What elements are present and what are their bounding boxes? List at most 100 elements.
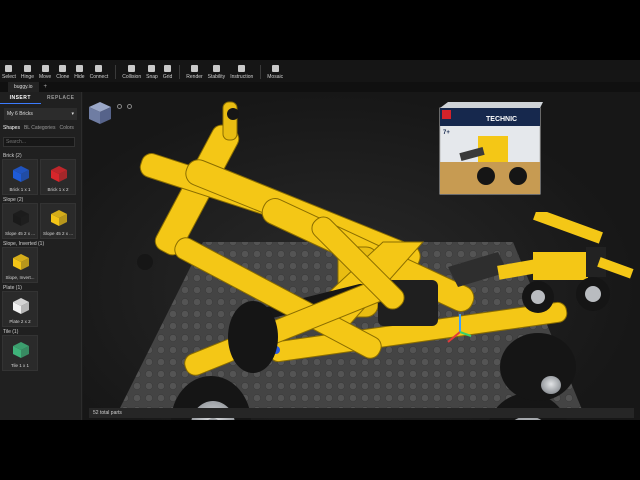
part-label: Brick 1 x 1 bbox=[9, 187, 31, 192]
tool-label: Grid bbox=[162, 74, 173, 80]
grid-tool-button[interactable]: Grid bbox=[161, 60, 174, 82]
toolbar: Select Hinge Move Clone Hide Connect Collision… bbox=[0, 60, 640, 82]
mosaic-icon bbox=[271, 65, 279, 72]
tool-label: Snap bbox=[146, 74, 158, 80]
part-card[interactable]: Tile 1 x 1 bbox=[2, 335, 38, 371]
move-icon bbox=[41, 65, 49, 72]
search-input[interactable] bbox=[3, 137, 75, 147]
app-window: Select Hinge Move Clone Hide Connect Collision… bbox=[0, 60, 640, 420]
part-set-value: My 6 Bricks bbox=[7, 111, 33, 117]
part-grid: Tile 1 x 1 bbox=[0, 335, 81, 371]
part-thumbnail-icon bbox=[51, 166, 67, 182]
new-tab-button[interactable]: + bbox=[44, 84, 48, 90]
tool-label: Select bbox=[2, 74, 16, 80]
part-label: Slope 45 2 x ... bbox=[4, 231, 36, 236]
connect-icon bbox=[95, 65, 103, 72]
part-label: Slope 45 2 x ... bbox=[42, 231, 74, 236]
toolbar-divider bbox=[260, 65, 262, 79]
part-set-dropdown[interactable]: My 6 Bricks ▾ bbox=[4, 108, 77, 120]
category-title[interactable]: Plate (1) bbox=[0, 283, 81, 291]
wheel-back-right bbox=[500, 333, 576, 401]
clone-icon bbox=[59, 65, 67, 72]
3d-viewport[interactable]: TECHNIC 7+ 52 total parts bbox=[83, 92, 640, 420]
part-category-list: Brick (2) Brick 1 x 1 Brick 1 x 2 Slope (2)… bbox=[0, 151, 81, 371]
pin-connector bbox=[227, 108, 239, 120]
tab-replace[interactable]: REPLACE bbox=[41, 92, 82, 104]
sub-tabs: Shapes BL Categories Colors bbox=[0, 124, 81, 133]
tab-insert[interactable]: INSERT bbox=[0, 92, 41, 104]
tab-colors[interactable]: Colors bbox=[59, 124, 73, 133]
part-grid: Slope, Invert... bbox=[0, 247, 81, 283]
clone-tool-button[interactable]: Clone bbox=[54, 60, 71, 82]
tab-bl-categories[interactable]: BL Categories bbox=[24, 124, 56, 133]
snap-tool-button[interactable]: Snap bbox=[144, 60, 160, 82]
part-thumbnail-icon bbox=[13, 254, 29, 270]
instruction-tool-button[interactable]: Instruction bbox=[228, 60, 255, 82]
collision-icon bbox=[128, 65, 136, 72]
file-tab-bar: buggy.io + bbox=[0, 82, 640, 92]
part-grid: Plate 2 x 2 bbox=[0, 291, 81, 327]
part-grid: Brick 1 x 1 Brick 1 x 2 bbox=[0, 159, 81, 195]
part-card[interactable]: Slope 45 2 x ... bbox=[40, 203, 76, 239]
category-title[interactable]: Tile (1) bbox=[0, 327, 81, 335]
mode-tabs: INSERT REPLACE bbox=[0, 92, 81, 104]
tool-label: Render bbox=[186, 74, 203, 80]
file-tab[interactable]: buggy.io bbox=[8, 82, 39, 92]
grid-icon bbox=[164, 65, 172, 72]
category-title[interactable]: Brick (2) bbox=[0, 151, 81, 159]
stability-tool-button[interactable]: Stability bbox=[206, 60, 228, 82]
tool-label: Collision bbox=[122, 74, 142, 80]
tool-label: Clone bbox=[56, 74, 70, 80]
move-tool-button[interactable]: Move bbox=[37, 60, 53, 82]
tool-label: Instruction bbox=[230, 74, 254, 80]
tool-label: Move bbox=[38, 74, 52, 80]
category-title[interactable]: Slope (2) bbox=[0, 195, 81, 203]
tool-label: Mosaic bbox=[267, 74, 284, 80]
select-icon bbox=[5, 65, 13, 72]
hide-icon bbox=[75, 65, 83, 72]
wheel-back-left bbox=[228, 301, 278, 373]
part-label: Brick 1 x 2 bbox=[47, 187, 69, 192]
snap-icon bbox=[148, 65, 156, 72]
tool-label: Stability bbox=[207, 74, 226, 80]
set-render-image bbox=[448, 212, 634, 313]
mosaic-tool-button[interactable]: Mosaic bbox=[265, 60, 285, 82]
toolbar-divider bbox=[115, 65, 117, 79]
box-brand-text: TECHNIC bbox=[486, 116, 517, 123]
part-card[interactable]: Slope 45 2 x ... bbox=[2, 203, 38, 239]
chevron-down-icon: ▾ bbox=[71, 111, 74, 117]
hinge-tool-button[interactable]: Hinge bbox=[19, 60, 36, 82]
instruction-icon bbox=[238, 65, 246, 72]
part-card[interactable]: Slope, Invert... bbox=[2, 247, 38, 283]
hinge-icon bbox=[23, 65, 31, 72]
pin-connector bbox=[137, 254, 153, 270]
tool-label: Hide bbox=[74, 74, 85, 80]
part-thumbnail-icon bbox=[13, 298, 29, 314]
part-label: Plate 2 x 2 bbox=[9, 319, 31, 324]
part-grid: Slope 45 2 x ... Slope 45 2 x ... bbox=[0, 203, 81, 239]
category-title[interactable]: Slope, Inverted (1) bbox=[0, 239, 81, 247]
part-card[interactable]: Plate 2 x 2 bbox=[2, 291, 38, 327]
part-label: Slope, Invert... bbox=[5, 275, 35, 280]
part-thumbnail-icon bbox=[13, 342, 29, 358]
select-tool-button[interactable]: Select bbox=[0, 60, 18, 82]
tab-shapes[interactable]: Shapes bbox=[3, 124, 20, 133]
search-row bbox=[3, 137, 78, 147]
tool-label: Hinge bbox=[20, 74, 34, 80]
part-count: 52 total parts bbox=[93, 410, 122, 416]
part-thumbnail-icon bbox=[13, 166, 29, 182]
product-box-image: TECHNIC 7+ bbox=[439, 102, 543, 195]
part-card[interactable]: Brick 1 x 1 bbox=[2, 159, 38, 195]
status-bar: 52 total parts bbox=[89, 408, 634, 418]
collision-tool-button[interactable]: Collision bbox=[120, 60, 143, 82]
hide-tool-button[interactable]: Hide bbox=[72, 60, 86, 82]
box-age-text: 7+ bbox=[443, 130, 450, 136]
part-thumbnail-icon bbox=[13, 210, 29, 226]
part-card[interactable]: Brick 1 x 2 bbox=[40, 159, 76, 195]
render-tool-button[interactable]: Render bbox=[184, 60, 204, 82]
part-thumbnail-icon bbox=[51, 210, 67, 226]
tool-label: Connect bbox=[89, 74, 109, 80]
render-icon bbox=[190, 65, 198, 72]
connect-tool-button[interactable]: Connect bbox=[88, 60, 111, 82]
toolbar-divider bbox=[179, 65, 181, 79]
